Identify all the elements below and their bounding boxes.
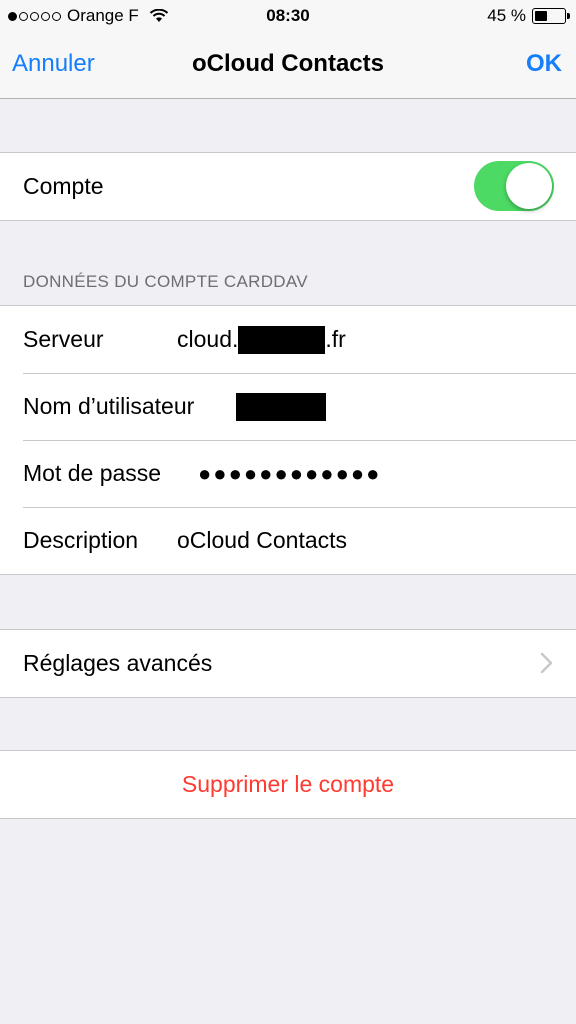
advanced-group: Réglages avancés: [0, 629, 576, 698]
description-label: Description: [23, 527, 139, 553]
navigation-bar: Annuler oCloud Contacts OK: [0, 32, 576, 99]
account-label: Compte: [23, 173, 104, 199]
username-cell[interactable]: Nom d’utilisateur: [0, 373, 576, 440]
username-field[interactable]: [236, 392, 326, 421]
section-header: DONNÉES DU COMPTE CARDDAV: [23, 272, 308, 291]
cancel-button[interactable]: Annuler: [12, 50, 95, 78]
redacted-username-block: [236, 392, 326, 421]
password-label: Mot de passe: [23, 460, 162, 486]
account-toggle[interactable]: [474, 161, 554, 211]
toggle-knob: [506, 163, 552, 209]
status-right: 45 %: [487, 6, 570, 26]
account-group: Compte: [0, 152, 576, 221]
password-cell[interactable]: Mot de passe ●●●●●●●●●●●●: [0, 440, 576, 507]
carddav-fields-group: Serveur cloud. .fr Nom d’utilisateur Mot…: [0, 305, 576, 575]
chevron-right-icon: [540, 652, 553, 674]
battery-icon: [532, 8, 570, 24]
description-field[interactable]: oCloud Contacts: [177, 527, 347, 554]
advanced-settings-row[interactable]: Réglages avancés: [0, 630, 576, 697]
delete-account-label: Supprimer le compte: [181, 771, 395, 797]
account-cell: Compte: [0, 153, 576, 220]
status-bar: Orange F 08:30 45 %: [0, 0, 576, 32]
delete-group: Supprimer le compte: [0, 750, 576, 819]
battery-percent: 45 %: [487, 6, 526, 25]
server-field[interactable]: cloud. .fr: [177, 325, 346, 354]
server-label: Serveur: [23, 326, 104, 352]
ok-button[interactable]: OK: [526, 50, 562, 78]
redacted-server-block: [238, 325, 326, 354]
password-field[interactable]: ●●●●●●●●●●●●: [198, 461, 381, 487]
username-label: Nom d’utilisateur: [23, 393, 195, 419]
description-cell[interactable]: Description oCloud Contacts: [0, 507, 576, 574]
server-cell[interactable]: Serveur cloud. .fr: [0, 306, 576, 373]
server-prefix: cloud.: [177, 326, 239, 352]
server-suffix: .fr: [325, 326, 346, 352]
advanced-settings-label: Réglages avancés: [23, 650, 213, 676]
delete-account-button[interactable]: Supprimer le compte: [0, 751, 576, 818]
